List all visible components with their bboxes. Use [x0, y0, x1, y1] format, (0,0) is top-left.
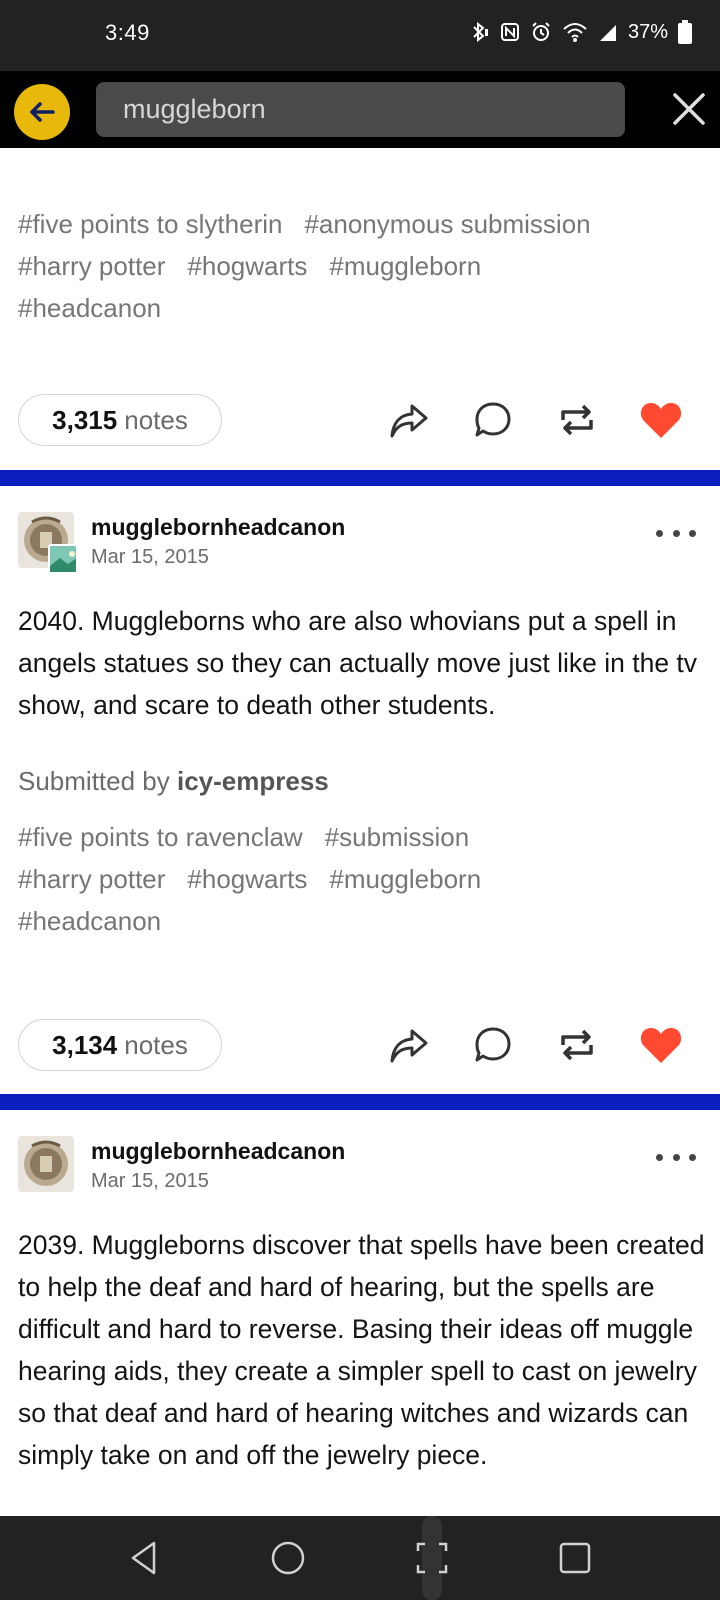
back-button[interactable]: [14, 84, 70, 140]
dot: [672, 529, 680, 537]
close-search-button[interactable]: [669, 89, 709, 129]
tag[interactable]: #anonymous submission: [304, 203, 590, 245]
tag[interactable]: #five points to ravenclaw: [18, 816, 303, 858]
post-tags: #five points to slytherin #anonymous subm…: [18, 203, 708, 329]
dot: [656, 529, 663, 537]
more-options-button[interactable]: [656, 1145, 696, 1169]
search-header: muggleborn: [0, 71, 720, 148]
arrow-left-icon: [30, 102, 55, 122]
screenshot-button[interactable]: [408, 1534, 456, 1582]
close-icon: [673, 93, 705, 125]
post-body: 2039. Muggleborns discover that spells h…: [18, 1230, 705, 1470]
system-nav-bar: [0, 1516, 720, 1600]
dot: [689, 529, 696, 537]
triangle-back-icon: [131, 1541, 156, 1575]
tag[interactable]: #muggleborn: [329, 858, 481, 900]
status-icons: 37%: [468, 20, 692, 44]
reply-button[interactable]: [468, 395, 518, 445]
wifi-icon: [563, 23, 587, 42]
notes-label: notes: [124, 404, 188, 435]
heart-icon: [640, 1028, 682, 1063]
post-date: Mar 15, 2015: [91, 1170, 209, 1192]
notes-count: 3,315: [52, 404, 118, 435]
post-divider: [0, 470, 720, 486]
dot: [672, 1153, 680, 1161]
bluetooth-icon: [473, 21, 488, 43]
hogwarts-crest-avatar: [18, 1136, 74, 1192]
post-tags: #five points to ravenclaw #submission #ha…: [18, 816, 708, 942]
status-bar: 3:49 37%: [0, 0, 720, 71]
tag[interactable]: #hogwarts: [187, 858, 307, 900]
post-body: 2040. Muggleborns who are also whovians …: [18, 606, 698, 720]
submitter-link[interactable]: icy-empress: [177, 766, 329, 796]
submitted-by: Submitted by icy-empress: [18, 766, 329, 797]
battery-icon: [678, 20, 692, 44]
notes-button[interactable]: 3,315 notes: [18, 394, 222, 446]
reblog-icon: [561, 1029, 593, 1061]
heart-icon: [640, 403, 682, 438]
blog-name[interactable]: mugglebornheadcanon: [91, 1138, 345, 1165]
tag[interactable]: #harry potter: [18, 858, 165, 900]
tag[interactable]: #harry potter: [18, 245, 165, 287]
post-feed[interactable]: #five points to slytherin #anonymous subm…: [0, 148, 720, 1516]
share-icon: [390, 404, 428, 438]
tag[interactable]: #headcanon: [18, 287, 161, 329]
search-input[interactable]: muggleborn: [96, 82, 625, 137]
notes-label: notes: [124, 1029, 188, 1060]
tag[interactable]: #five points to slytherin: [18, 203, 282, 245]
circle-home-icon: [271, 1541, 305, 1575]
alarm-icon: [532, 22, 550, 41]
tag[interactable]: #headcanon: [18, 900, 161, 942]
nav-back-button[interactable]: [120, 1534, 168, 1582]
tag[interactable]: #submission: [325, 816, 470, 858]
post-divider: [0, 1094, 720, 1110]
nav-home-button[interactable]: [264, 1534, 312, 1582]
tag[interactable]: #hogwarts: [187, 245, 307, 287]
status-time: 3:49: [105, 20, 150, 45]
share-button[interactable]: [384, 395, 434, 445]
square-recents-icon: [559, 1542, 591, 1574]
like-button[interactable]: [636, 395, 686, 445]
post-date: Mar 15, 2015: [91, 546, 209, 568]
dot: [689, 1153, 696, 1161]
avatar[interactable]: [18, 1136, 74, 1192]
share-button[interactable]: [384, 1020, 434, 1070]
screenshot-frame-icon: [416, 1542, 448, 1574]
notes-button[interactable]: 3,134 notes: [18, 1019, 222, 1071]
more-options-button[interactable]: [656, 521, 696, 545]
reply-icon: [475, 1027, 511, 1062]
reply-button[interactable]: [468, 1020, 518, 1070]
landscape-avatar: [50, 546, 76, 572]
like-button[interactable]: [636, 1020, 686, 1070]
reply-icon: [475, 402, 511, 437]
reblog-button[interactable]: [552, 1020, 602, 1070]
reblog-icon: [561, 404, 593, 436]
tag[interactable]: #muggleborn: [329, 245, 481, 287]
nav-recents-button[interactable]: [551, 1534, 599, 1582]
notes-count: 3,134: [52, 1029, 118, 1060]
share-icon: [390, 1029, 428, 1063]
reblog-button[interactable]: [552, 395, 602, 445]
sub-avatar: [48, 544, 78, 574]
signal-icon: [599, 25, 616, 41]
dot: [656, 1153, 663, 1161]
blog-name[interactable]: mugglebornheadcanon: [91, 514, 345, 541]
nfc-icon: [500, 23, 519, 41]
battery-percent: 37%: [627, 20, 668, 43]
submitted-prefix: Submitted by: [18, 766, 170, 796]
